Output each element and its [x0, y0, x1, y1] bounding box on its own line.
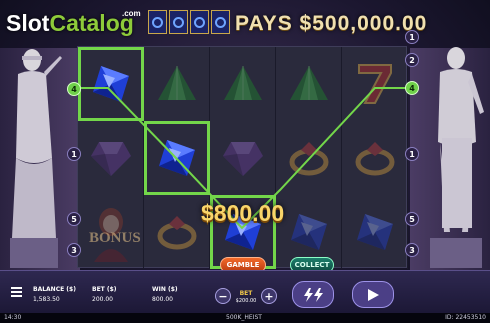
play-icon	[368, 288, 379, 301]
win-label: WIN ($)	[152, 286, 178, 293]
reel-column	[276, 47, 342, 269]
payline-marker-5: 5	[67, 212, 81, 226]
jackpot-banner: PAYS $500,000.00	[235, 12, 428, 35]
payline-marker-4: 4	[67, 82, 81, 96]
bet-control-value: $200.00	[235, 298, 257, 304]
green-gem-symbol	[144, 47, 210, 121]
bet-value: 200.00	[92, 296, 113, 303]
payline-marker-5: 5	[405, 212, 419, 226]
game-name: 500K_HEIST	[226, 314, 262, 321]
gold-ring-symbol	[342, 121, 408, 195]
bet-display: BET ($) 200.00	[92, 286, 117, 303]
payline-marker-1: 1	[405, 147, 419, 161]
payline-marker-2: 2	[405, 53, 419, 67]
lightning-icon	[304, 287, 323, 302]
bet-control: BET $200.00	[232, 290, 260, 304]
payline-marker-3: 3	[67, 243, 81, 257]
payline-marker-3: 3	[405, 243, 419, 257]
gold-ring-symbol	[276, 121, 342, 195]
site-logo: SlotCatalog	[6, 10, 134, 37]
balance-display: BALANCE ($) 1,583.50	[33, 286, 76, 303]
reel-column	[342, 47, 408, 269]
balance-value: 1,583.50	[33, 296, 60, 303]
clock-time: 14:30	[4, 314, 22, 321]
bet-control-label: BET	[239, 290, 253, 297]
green-gem-symbol	[276, 47, 342, 121]
bet-increase-button[interactable]: +	[261, 288, 277, 304]
red-seven-symbol	[342, 47, 408, 121]
win-value: 800.00	[152, 296, 173, 303]
purple-gem-symbol	[78, 121, 144, 195]
footer-bar: 14:30 500K_HEIST ID: 22453510	[0, 313, 490, 323]
payline-marker-1: 1	[405, 30, 419, 44]
autoplay-button[interactable]	[352, 281, 394, 308]
green-gem-symbol	[210, 47, 276, 121]
bet-decrease-button[interactable]: −	[215, 288, 231, 304]
game-id: ID: 22453510	[445, 314, 486, 321]
winning-cell-highlight	[78, 47, 144, 121]
jackpot-icons	[148, 10, 230, 34]
balance-label: BALANCE ($)	[33, 286, 76, 293]
bonus-symbol-label: BONUS	[89, 230, 141, 246]
menu-icon[interactable]	[11, 287, 22, 297]
turbo-button[interactable]	[292, 281, 334, 308]
win-amount-text: $800.00	[201, 200, 285, 226]
purple-gem-symbol	[210, 121, 276, 195]
right-statue	[422, 42, 488, 270]
logo-prefix: Slot	[6, 10, 50, 36]
logo-com: .com	[122, 9, 141, 18]
payline-marker-1: 1	[67, 147, 81, 161]
jackpot-ring-icon	[169, 10, 188, 34]
left-statue	[4, 38, 64, 270]
bet-label: BET ($)	[92, 286, 117, 293]
win-display: WIN ($) 800.00	[152, 286, 178, 303]
jackpot-ring-icon	[211, 10, 230, 34]
jackpot-ring-icon	[190, 10, 209, 34]
jackpot-ring-icon	[148, 10, 167, 34]
payline-marker-4: 4	[405, 81, 419, 95]
blue-gem-symbol	[342, 195, 408, 269]
winning-cell-highlight	[144, 121, 210, 195]
